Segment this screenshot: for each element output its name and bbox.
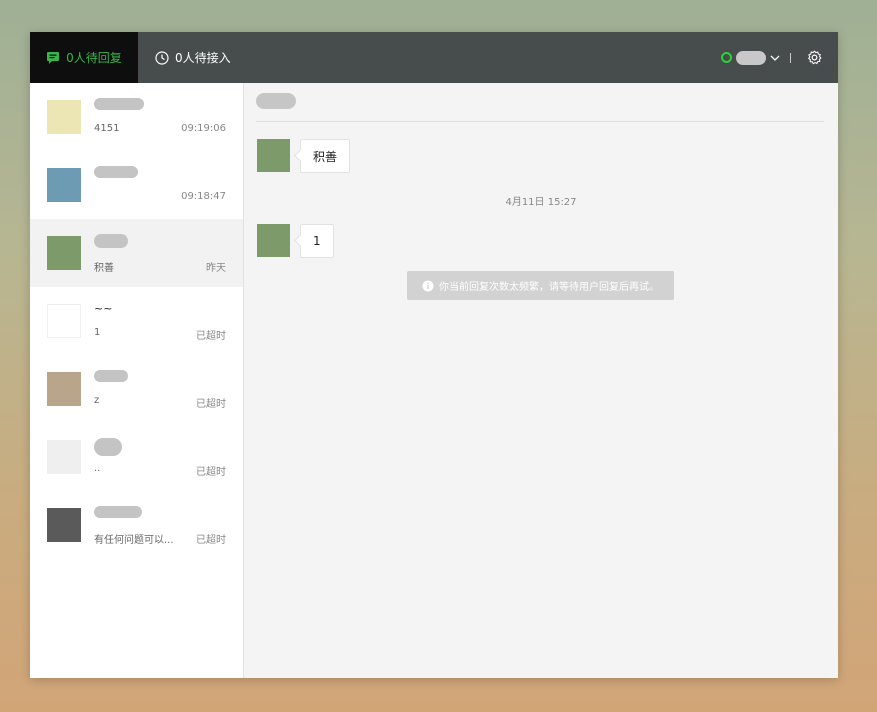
avatar (47, 372, 81, 406)
message-time: 昨天 (206, 263, 226, 274)
conversation-name (94, 438, 122, 459)
last-message: 有任何问题可以... (94, 535, 174, 546)
conversation-name: ~~ (94, 302, 113, 315)
message-time: 已超时 (196, 399, 226, 410)
message-time: 09:19:06 (181, 123, 226, 134)
list-item[interactable]: 09:18:47 (30, 151, 243, 219)
tab-pending-accept[interactable]: 0人待接入 (155, 32, 265, 83)
message-bubble: 1 (300, 224, 334, 258)
conversation-list: 4151 09:19:06 09:18:47 积善 昨天 ~~ 1 已超时 z … (30, 83, 244, 678)
user-status-area[interactable] (721, 32, 838, 83)
chat-header (256, 83, 824, 122)
list-item[interactable]: 有任何问题可以... 已超时 (30, 491, 243, 559)
chat-bubble-icon (47, 51, 60, 64)
online-status-icon (721, 52, 732, 63)
clock-icon (155, 50, 169, 65)
last-message: 积善 (94, 263, 114, 274)
last-message: z (94, 395, 100, 406)
last-message: 1 (94, 327, 101, 338)
conversation-name (94, 234, 128, 251)
avatar (47, 304, 81, 338)
tab-pending-reply[interactable]: 0人待回复 (30, 32, 138, 83)
list-item[interactable]: 4151 09:19:06 (30, 83, 243, 151)
redacted-name (94, 506, 142, 518)
message-time: 已超时 (196, 467, 226, 478)
conversation-name (94, 506, 142, 521)
list-item[interactable]: z 已超时 (30, 355, 243, 423)
tab-pending-reply-label: 0人待回复 (66, 51, 122, 65)
list-item[interactable]: ~~ 1 已超时 (30, 287, 243, 355)
list-item[interactable]: .. 已超时 (30, 423, 243, 491)
chevron-down-icon[interactable] (770, 54, 780, 62)
avatar (47, 100, 81, 134)
customer-service-window: 0人待回复 0人待接入 4151 09:19:06 09:18:47 积善 昨天… (30, 32, 838, 678)
message-bubble: 积善 (300, 139, 351, 173)
info-icon (422, 280, 434, 291)
tab-pending-accept-label: 0人待接入 (175, 51, 231, 65)
list-item-selected[interactable]: 积善 昨天 (30, 219, 243, 287)
avatar (257, 139, 290, 172)
chat-title-redacted (256, 93, 296, 109)
system-notice: 你当前回复次数太频繁，请等待用户回复后再试。 (407, 271, 674, 300)
avatar (47, 508, 81, 542)
redacted-name (94, 234, 128, 248)
avatar (47, 168, 81, 202)
conversation-name (94, 98, 144, 113)
conversation-name (94, 370, 128, 385)
notice-text: 你当前回复次数太频繁，请等待用户回复后再试。 (439, 282, 659, 293)
message-time: 09:18:47 (181, 191, 226, 202)
redacted-name (94, 438, 122, 456)
avatar (47, 236, 81, 270)
avatar (257, 224, 290, 257)
chat-panel: 积善 4月11日 15:27 1 你当前回复次数太频繁，请等待用户回复后再试。 (244, 83, 838, 678)
divider (790, 52, 791, 63)
redacted-name (94, 370, 128, 382)
user-name-redacted (736, 50, 766, 65)
conversation-name (94, 166, 138, 181)
last-message: 4151 (94, 123, 120, 134)
redacted-name (94, 98, 144, 110)
message-time: 已超时 (196, 535, 226, 546)
message-timestamp: 4月11日 15:27 (505, 197, 577, 208)
top-bar: 0人待回复 0人待接入 (30, 32, 838, 83)
message-time: 已超时 (196, 331, 226, 342)
avatar (47, 440, 81, 474)
gear-icon[interactable] (807, 50, 822, 65)
last-message: .. (94, 463, 101, 474)
redacted-name (94, 166, 138, 178)
